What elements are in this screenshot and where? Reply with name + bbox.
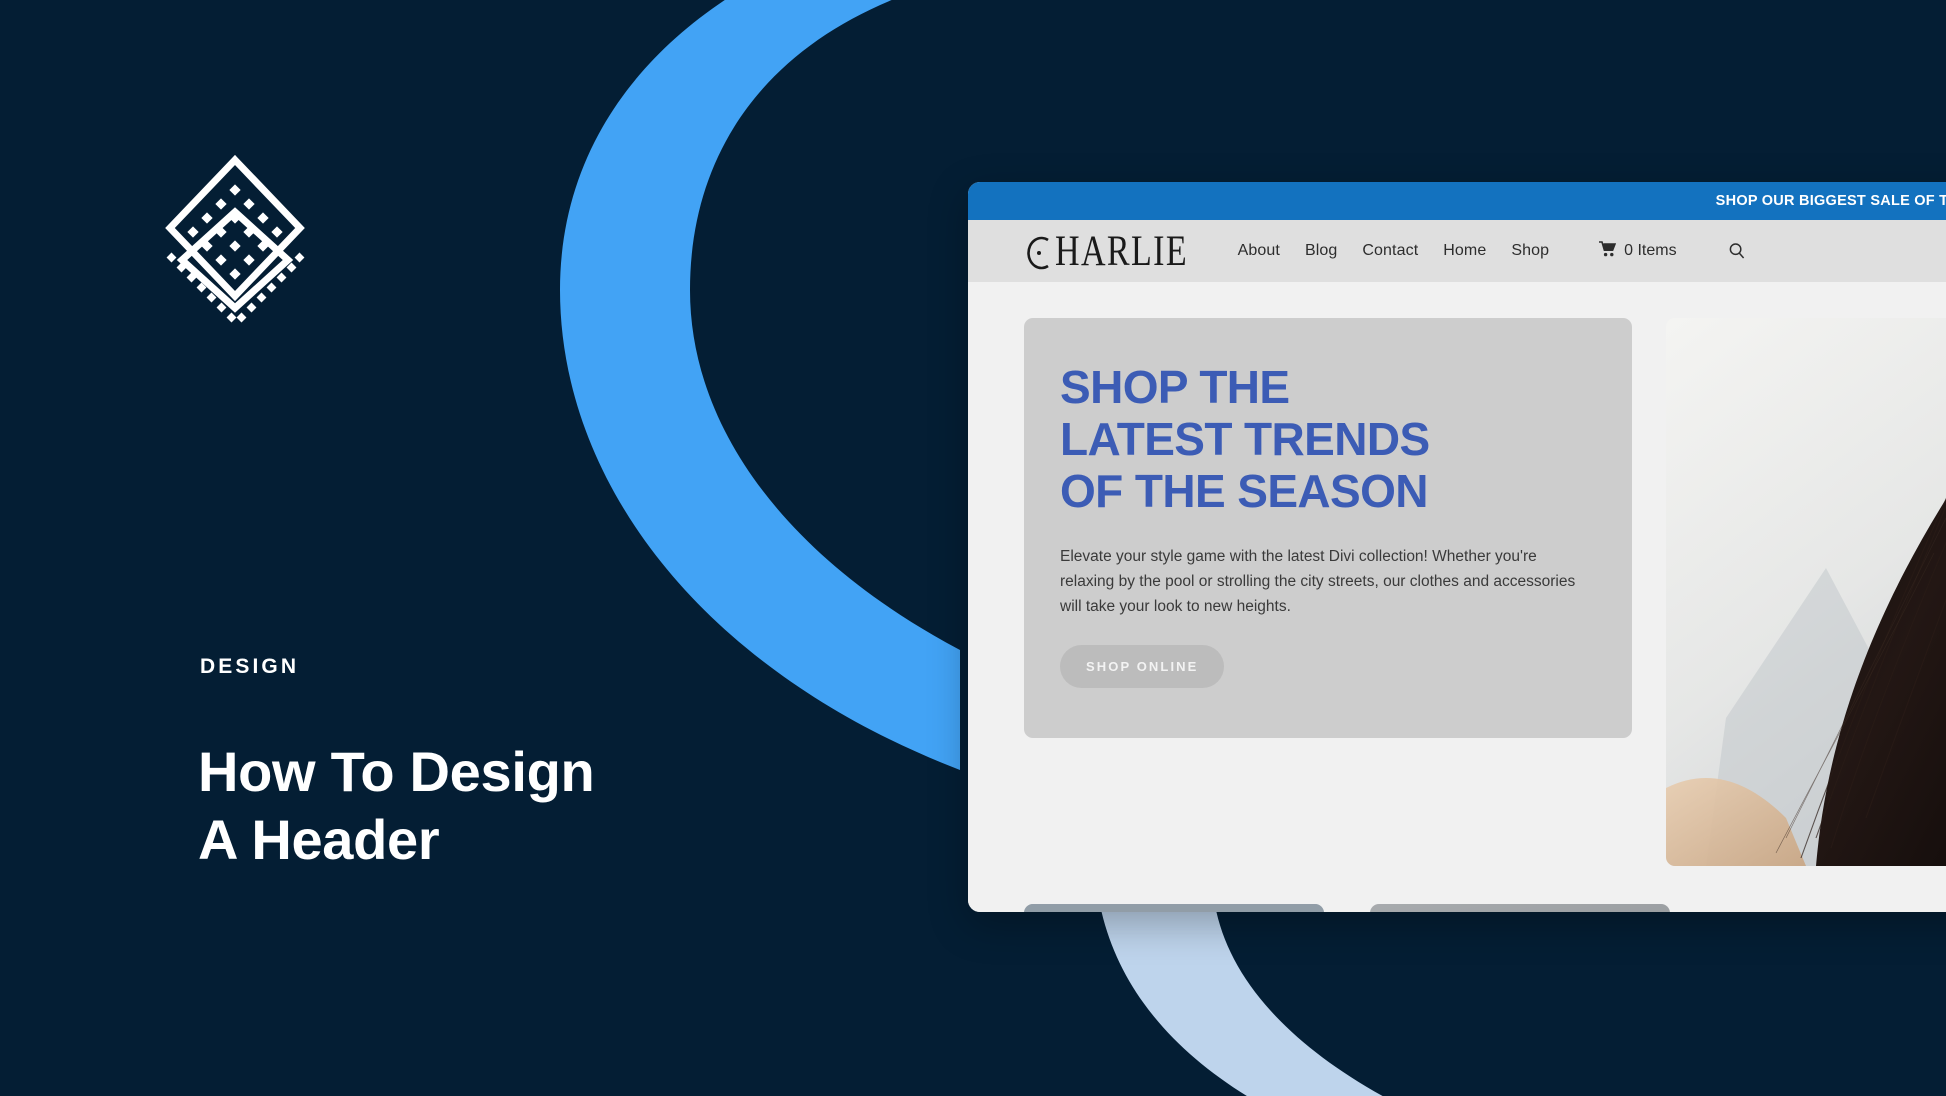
- product-card-bottle[interactable]: [1370, 904, 1670, 912]
- hero-title-line-3: OF THE SEASON: [1060, 464, 1429, 517]
- product-card-row: [1024, 904, 1946, 912]
- announcement-bar: SHOP OUR BIGGEST SALE OF THE YEAR! GET U…: [968, 182, 1946, 220]
- nav-links: About Blog Contact Home Shop 0 Items: [1238, 240, 1746, 262]
- swoosh-bottom-curve: [1100, 905, 1383, 1096]
- hero-portrait-image: [1666, 318, 1946, 866]
- hero-paragraph: Elevate your style game with the latest …: [1060, 547, 1576, 616]
- website-mockup: SHOP OUR BIGGEST SALE OF THE YEAR! GET U…: [968, 182, 1946, 912]
- site-body: SHOP THE LATEST TRENDS OF THE SEASON Ele…: [968, 282, 1946, 912]
- headline-line-2: A Header: [198, 808, 440, 872]
- nav-link-about[interactable]: About: [1238, 242, 1280, 260]
- category-eyebrow: DESIGN: [200, 655, 300, 678]
- hero-card: SHOP THE LATEST TRENDS OF THE SEASON Ele…: [1024, 318, 1632, 738]
- site-navbar: HARLIE About Blog Contact Home Shop 0 It…: [968, 220, 1946, 282]
- cart-item-count: 0 Items: [1624, 242, 1677, 259]
- hero-title-line-1: SHOP THE: [1060, 361, 1290, 413]
- shopping-cart-icon: [1599, 240, 1617, 262]
- nav-link-contact[interactable]: Contact: [1362, 242, 1418, 260]
- brand-logo-c-glyph: [1024, 234, 1055, 270]
- product-card-hat[interactable]: [1024, 904, 1324, 912]
- slide-canvas: DESIGN How To Design A Header SHOP OUR B…: [0, 0, 1946, 1096]
- shop-online-button[interactable]: SHOP ONLINE: [1060, 645, 1225, 689]
- announcement-text: SHOP OUR BIGGEST SALE OF THE YEAR! GET U…: [1715, 193, 1946, 209]
- brand-logo[interactable]: HARLIE: [1024, 229, 1200, 273]
- cart-widget[interactable]: 0 Items: [1599, 240, 1677, 262]
- nav-link-home[interactable]: Home: [1443, 242, 1486, 260]
- nav-link-blog[interactable]: Blog: [1305, 242, 1337, 260]
- brand-logo-text: HARLIE: [1055, 226, 1189, 276]
- headline-line-1: How To Design: [198, 740, 595, 803]
- layered-diamond-logo: [160, 150, 310, 335]
- search-icon[interactable]: [1728, 242, 1746, 260]
- page-title: How To Design A Header: [198, 738, 718, 875]
- hero-title-line-2: LATEST TRENDS: [1060, 412, 1430, 465]
- nav-link-shop[interactable]: Shop: [1511, 242, 1549, 260]
- hero-title: SHOP THE LATEST TRENDS OF THE SEASON: [1060, 361, 1590, 518]
- hero-row: SHOP THE LATEST TRENDS OF THE SEASON Ele…: [1024, 318, 1946, 866]
